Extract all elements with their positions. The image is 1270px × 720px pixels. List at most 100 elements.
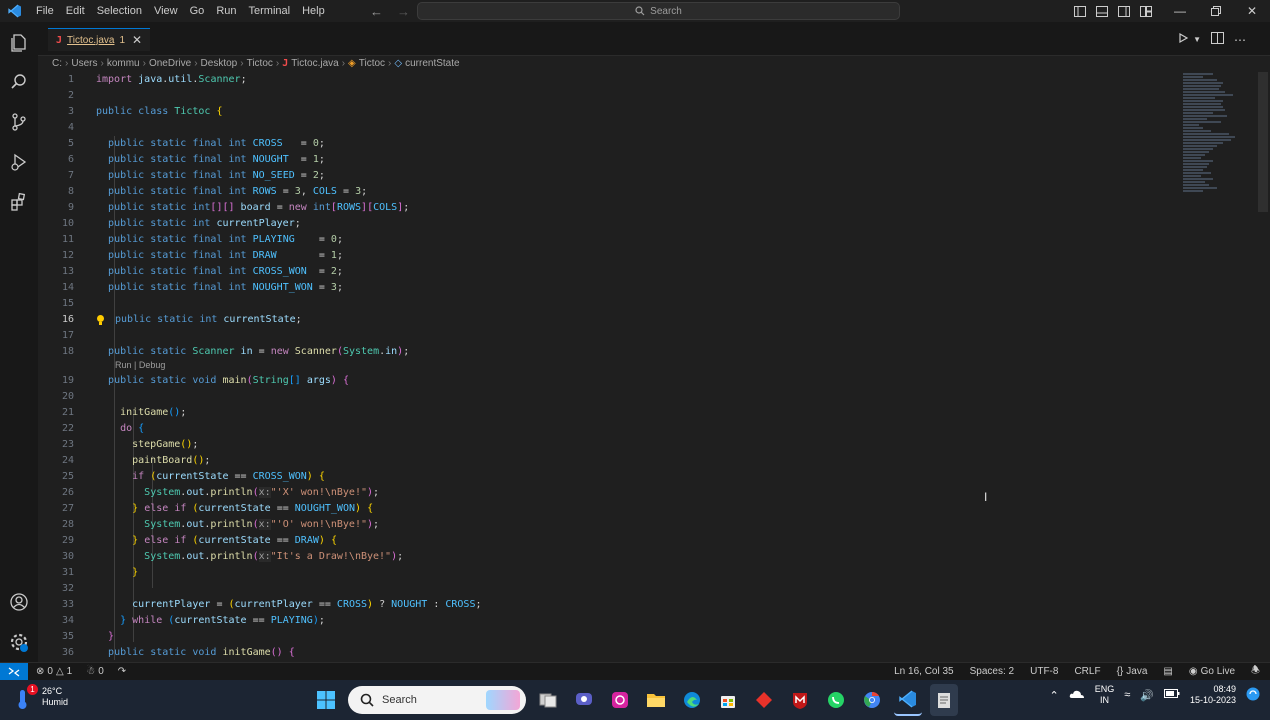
file-explorer-icon[interactable] [642, 684, 670, 716]
code-line[interactable]: 26 System.out.println(x:"'X' won!\nBye!"… [38, 485, 1180, 501]
mcafee-icon[interactable] [786, 684, 814, 716]
clock[interactable]: 08:49 15-10-2023 [1190, 684, 1236, 706]
breadcrumb-class[interactable]: Tictoc [359, 58, 385, 69]
edge-browser-icon[interactable] [678, 684, 706, 716]
task-view-icon[interactable] [534, 684, 562, 716]
instagram-icon[interactable] [606, 684, 634, 716]
code-line[interactable]: 27 } else if (currentState == NOUGHT_WON… [38, 501, 1180, 517]
wifi-icon[interactable]: ≈ [1124, 689, 1130, 701]
menu-run[interactable]: Run [210, 0, 242, 22]
code-line[interactable]: 32 [38, 581, 1180, 597]
microsoft-store-icon[interactable] [714, 684, 742, 716]
code-line[interactable]: 17 [38, 328, 1180, 344]
chat-icon[interactable] [570, 684, 598, 716]
extensions-icon[interactable] [0, 182, 38, 222]
toggle-panel-icon[interactable] [1094, 0, 1110, 22]
tab-tictoc-java[interactable]: J Tictoc.java 1 ✕ [48, 28, 151, 51]
source-control-icon[interactable] [0, 102, 38, 142]
code-line[interactable]: 29 } else if (currentState == DRAW) { [38, 533, 1180, 549]
forward-arrow-icon[interactable]: → [397, 4, 410, 19]
code-line[interactable]: 5 public static final int CROSS = 0; [38, 136, 1180, 152]
copilot-badge-icon[interactable] [1246, 687, 1260, 704]
code-line[interactable]: 7 public static final int NO_SEED = 2; [38, 168, 1180, 184]
breadcrumb-item[interactable]: Users [71, 58, 97, 69]
breadcrumb-file[interactable]: Tictoc.java [291, 58, 338, 69]
code-line[interactable]: 20 [38, 389, 1180, 405]
breadcrumb-item[interactable]: Desktop [201, 58, 238, 69]
run-dropdown-chevron-icon[interactable]: ▼ [1193, 35, 1201, 44]
code-line[interactable]: 22 do { [38, 421, 1180, 437]
toggle-secondary-sidebar-icon[interactable] [1116, 0, 1132, 22]
code-line[interactable]: 35 } [38, 629, 1180, 645]
taskbar-search[interactable]: Search [348, 686, 526, 714]
code-line[interactable]: 9 public static int[][] board = new int[… [38, 200, 1180, 216]
split-editor-icon[interactable] [1211, 32, 1224, 47]
code-line[interactable]: 23 stepGame(); [38, 437, 1180, 453]
onedrive-cloud-icon[interactable] [1069, 689, 1085, 702]
remote-indicator-icon[interactable] [0, 662, 28, 681]
code-line[interactable]: 25 if (currentState == CROSS_WON) { [38, 469, 1180, 485]
code-editor[interactable]: 1 import java.util.Scanner; 2 3 public cla… [38, 72, 1180, 660]
go-live-button[interactable]: ◉ Go Live [1189, 666, 1235, 677]
code-line[interactable]: 18 public static Scanner in = new Scanne… [38, 344, 1180, 360]
chrome-icon[interactable] [858, 684, 886, 716]
ports-indicator[interactable]: ☃ 0 [86, 666, 104, 677]
show-hidden-icons-chevron-icon[interactable]: ⌃ [1049, 689, 1058, 702]
language-mode[interactable]: {} Java [1117, 666, 1148, 677]
run-debug-icon[interactable] [0, 142, 38, 182]
code-line[interactable]: 1 import java.util.Scanner; [38, 72, 1180, 88]
code-line[interactable]: 11 public static final int PLAYING = 0; [38, 232, 1180, 248]
menu-help[interactable]: Help [296, 0, 331, 22]
code-line[interactable]: 3 public class Tictoc { [38, 104, 1180, 120]
red-app-icon[interactable] [750, 684, 778, 716]
code-line[interactable]: 15 [38, 296, 1180, 312]
code-line[interactable]: 24 paintBoard(); [38, 453, 1180, 469]
start-button-icon[interactable] [312, 684, 340, 716]
menu-selection[interactable]: Selection [91, 0, 148, 22]
code-line[interactable]: 33 currentPlayer = (currentPlayer == CRO… [38, 597, 1180, 613]
end-of-line[interactable]: CRLF [1074, 666, 1100, 677]
code-line[interactable]: 12 public static final int DRAW = 1; [38, 248, 1180, 264]
code-line[interactable]: 6 public static final int NOUGHT = 1; [38, 152, 1180, 168]
accounts-icon[interactable] [0, 582, 38, 622]
menu-view[interactable]: View [148, 0, 184, 22]
search-icon[interactable] [0, 62, 38, 102]
command-center-search[interactable]: Search [417, 2, 900, 20]
code-line[interactable]: 36 public static void initGame() { [38, 645, 1180, 660]
weather-widget[interactable]: 1 26°C Humid [14, 684, 68, 710]
run-java-icon[interactable] [1177, 32, 1189, 47]
menu-go[interactable]: Go [184, 0, 211, 22]
live-share-icon[interactable]: ↷ [118, 666, 126, 677]
explorer-icon[interactable] [0, 22, 38, 62]
layout-icon[interactable]: ▤ [1163, 666, 1172, 677]
problems-indicator[interactable]: ⊗ 0 △ 1 [36, 666, 72, 677]
volume-icon[interactable]: 🔊 [1140, 689, 1154, 702]
breadcrumb-field[interactable]: currentState [405, 58, 459, 69]
code-line-current[interactable]: 16 public static int currentState; [38, 312, 1180, 328]
code-line[interactable]: 13 public static final int CROSS_WON = 2… [38, 264, 1180, 280]
code-line[interactable]: 14 public static final int NOUGHT_WON = … [38, 280, 1180, 296]
code-line[interactable]: 21 initGame(); [38, 405, 1180, 421]
code-line[interactable]: 10 public static int currentPlayer; [38, 216, 1180, 232]
notepad-icon[interactable] [930, 684, 958, 716]
cursor-position[interactable]: Ln 16, Col 35 [894, 666, 954, 677]
codelens-run-debug[interactable]: Run | Debug [38, 360, 1180, 373]
code-line[interactable]: 4 [38, 120, 1180, 136]
code-line[interactable]: 2 [38, 88, 1180, 104]
toggle-primary-sidebar-icon[interactable] [1072, 0, 1088, 22]
notifications-bell-icon[interactable]: 🕭 [1251, 663, 1260, 680]
menu-file[interactable]: File [30, 0, 60, 22]
battery-icon[interactable] [1163, 689, 1180, 701]
code-line[interactable]: 34 } while (currentState == PLAYING); [38, 613, 1180, 629]
customize-layout-icon[interactable] [1138, 0, 1154, 22]
manage-gear-icon[interactable] [0, 622, 38, 662]
code-line[interactable]: 8 public static final int ROWS = 3, COLS… [38, 184, 1180, 200]
vscode-taskbar-icon[interactable] [894, 684, 922, 716]
indentation[interactable]: Spaces: 2 [970, 666, 1014, 677]
code-line[interactable]: 19 public static void main(String[] args… [38, 373, 1180, 389]
code-line[interactable]: 28 System.out.println(x:"'O' won!\nBye!"… [38, 517, 1180, 533]
breadcrumb-item[interactable]: OneDrive [149, 58, 191, 69]
back-arrow-icon[interactable]: ← [370, 4, 383, 19]
menu-edit[interactable]: Edit [60, 0, 91, 22]
close-window-icon[interactable]: ✕ [1234, 0, 1270, 22]
